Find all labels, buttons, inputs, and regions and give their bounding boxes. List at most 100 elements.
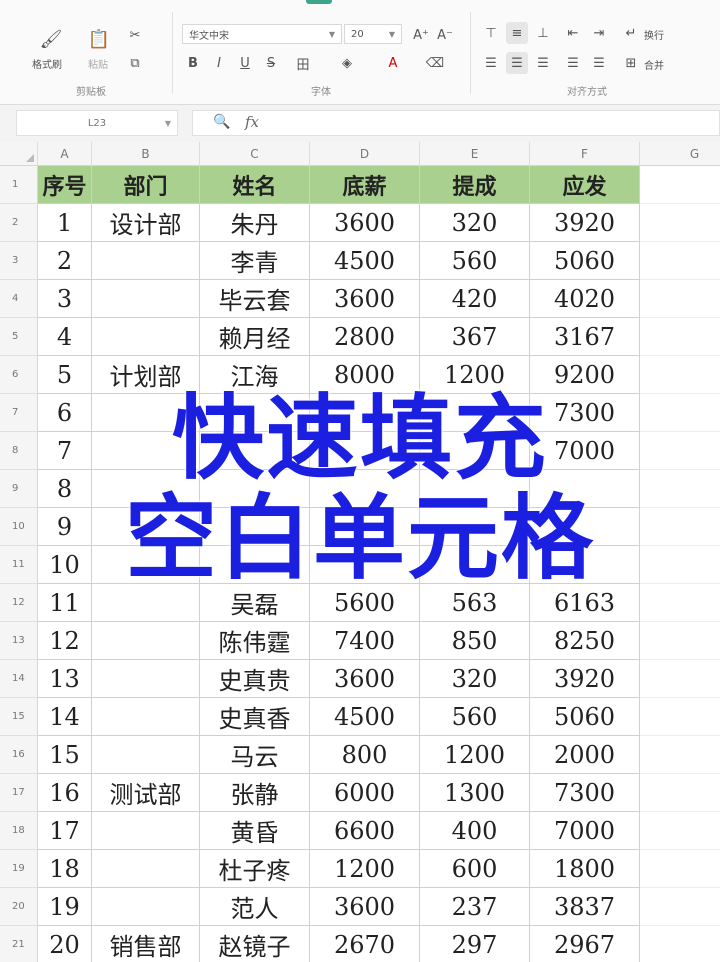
table-cell[interactable]: 1200: [420, 736, 530, 774]
table-cell[interactable]: 张静: [200, 774, 310, 812]
table-cell[interactable]: 320: [420, 204, 530, 242]
table-cell[interactable]: 8250: [530, 622, 640, 660]
justify-icon[interactable]: ☰: [562, 52, 584, 74]
fill-color-icon[interactable]: ◈: [336, 52, 358, 74]
align-bottom-icon[interactable]: ⊥: [532, 22, 554, 44]
indent-increase-icon[interactable]: ⇥: [588, 22, 610, 44]
table-cell[interactable]: [92, 812, 200, 850]
name-box[interactable]: L23 ▼: [16, 110, 178, 136]
table-cell[interactable]: 设计部: [92, 204, 200, 242]
row-header[interactable]: 3: [0, 242, 38, 280]
table-cell[interactable]: 3: [38, 280, 92, 318]
table-header-cell[interactable]: 序号: [38, 166, 92, 204]
table-cell[interactable]: 赵镜子: [200, 926, 310, 962]
table-cell[interactable]: 黄昏: [200, 812, 310, 850]
table-cell[interactable]: [92, 736, 200, 774]
table-cell[interactable]: 600: [420, 850, 530, 888]
table-cell[interactable]: 19: [38, 888, 92, 926]
increase-font-icon[interactable]: A⁺: [410, 24, 432, 46]
table-cell[interactable]: 5060: [530, 698, 640, 736]
table-cell[interactable]: 237: [420, 888, 530, 926]
formula-input[interactable]: 🔍 fx: [192, 110, 720, 136]
font-name-select[interactable]: 华文中宋 ▼: [182, 24, 342, 44]
table-header-cell[interactable]: 部门: [92, 166, 200, 204]
table-cell[interactable]: 测试部: [92, 774, 200, 812]
row-header[interactable]: 2: [0, 204, 38, 242]
indent-decrease-icon[interactable]: ⇤: [562, 22, 584, 44]
merge-cells-label[interactable]: 合并: [644, 57, 664, 72]
table-cell[interactable]: [640, 888, 720, 926]
table-cell[interactable]: 1300: [420, 774, 530, 812]
table-header-cell[interactable]: 姓名: [200, 166, 310, 204]
table-cell[interactable]: [640, 698, 720, 736]
table-cell[interactable]: 14: [38, 698, 92, 736]
table-cell[interactable]: [640, 280, 720, 318]
table-header-cell[interactable]: 提成: [420, 166, 530, 204]
fx-icon[interactable]: fx: [245, 113, 259, 131]
select-all-corner[interactable]: [0, 142, 38, 166]
align-right-icon[interactable]: ☰: [532, 52, 554, 74]
table-header-cell[interactable]: 底薪: [310, 166, 420, 204]
table-cell[interactable]: 3837: [530, 888, 640, 926]
row-header[interactable]: 18: [0, 812, 38, 850]
table-cell[interactable]: [640, 622, 720, 660]
table-cell[interactable]: 850: [420, 622, 530, 660]
table-cell[interactable]: 3600: [310, 280, 420, 318]
table-cell[interactable]: 2967: [530, 926, 640, 962]
row-header[interactable]: 19: [0, 850, 38, 888]
table-cell[interactable]: 3600: [310, 660, 420, 698]
underline-button[interactable]: U: [234, 52, 256, 74]
table-cell[interactable]: [640, 850, 720, 888]
table-cell[interactable]: 4500: [310, 698, 420, 736]
format-painter-icon[interactable]: 🖌: [38, 26, 64, 52]
table-cell[interactable]: 4: [38, 318, 92, 356]
table-cell[interactable]: 史真贵: [200, 660, 310, 698]
row-header[interactable]: 4: [0, 280, 38, 318]
table-cell[interactable]: 5060: [530, 242, 640, 280]
table-cell[interactable]: 13: [38, 660, 92, 698]
table-cell[interactable]: 李青: [200, 242, 310, 280]
column-header[interactable]: D: [310, 142, 420, 166]
table-cell[interactable]: 2800: [310, 318, 420, 356]
table-cell[interactable]: 7000: [530, 812, 640, 850]
table-cell[interactable]: [640, 660, 720, 698]
decrease-font-icon[interactable]: A⁻: [434, 24, 456, 46]
format-painter-label[interactable]: 格式刷: [32, 56, 62, 71]
table-cell[interactable]: 3920: [530, 204, 640, 242]
table-cell[interactable]: 3600: [310, 888, 420, 926]
table-cell[interactable]: [92, 280, 200, 318]
column-header[interactable]: E: [420, 142, 530, 166]
table-cell[interactable]: 陈伟霆: [200, 622, 310, 660]
table-cell[interactable]: 7300: [530, 774, 640, 812]
bold-button[interactable]: B: [182, 52, 204, 74]
table-cell[interactable]: [640, 774, 720, 812]
table-cell[interactable]: 400: [420, 812, 530, 850]
row-header[interactable]: 20: [0, 888, 38, 926]
merge-cells-icon[interactable]: ⊞: [620, 52, 642, 74]
paste-icon[interactable]: 📋: [86, 26, 112, 52]
column-header[interactable]: F: [530, 142, 640, 166]
table-cell[interactable]: [92, 622, 200, 660]
table-cell[interactable]: 赖月经: [200, 318, 310, 356]
table-cell[interactable]: [640, 242, 720, 280]
column-header[interactable]: C: [200, 142, 310, 166]
table-cell[interactable]: [92, 660, 200, 698]
table-cell[interactable]: 800: [310, 736, 420, 774]
table-cell[interactable]: [92, 850, 200, 888]
search-icon[interactable]: 🔍: [213, 114, 230, 130]
clear-format-icon[interactable]: ⌫: [424, 52, 446, 74]
table-cell[interactable]: [92, 242, 200, 280]
table-cell[interactable]: 20: [38, 926, 92, 962]
strikethrough-button[interactable]: S: [260, 52, 282, 74]
table-cell[interactable]: 560: [420, 242, 530, 280]
row-header[interactable]: 14: [0, 660, 38, 698]
column-header[interactable]: B: [92, 142, 200, 166]
table-cell[interactable]: 6600: [310, 812, 420, 850]
table-cell[interactable]: [640, 166, 720, 204]
column-header[interactable]: A: [38, 142, 92, 166]
column-header[interactable]: G: [640, 142, 720, 166]
cut-icon[interactable]: ✂: [124, 24, 146, 46]
table-cell[interactable]: 320: [420, 660, 530, 698]
table-cell[interactable]: [640, 812, 720, 850]
table-cell[interactable]: 3167: [530, 318, 640, 356]
